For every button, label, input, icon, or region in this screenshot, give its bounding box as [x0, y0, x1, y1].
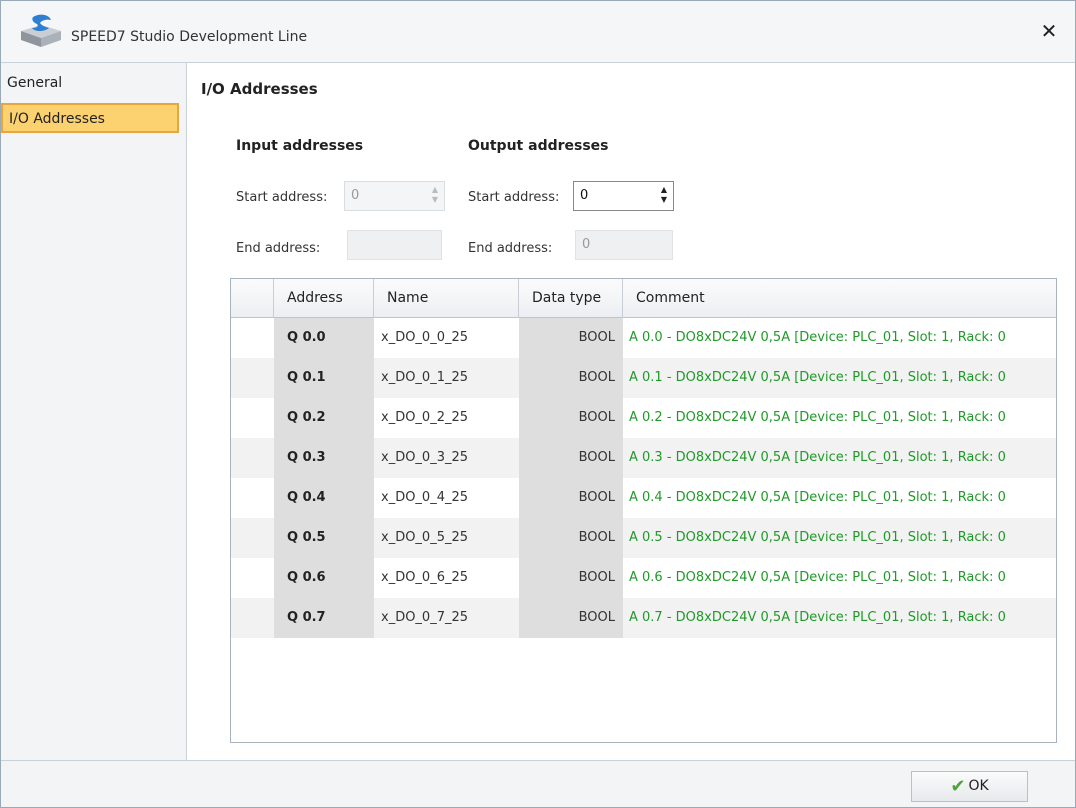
- table-row[interactable]: Q 0.7 x_DO_0_7_25 BOOL A 0.7 - DO8xDC24V…: [231, 598, 1056, 638]
- output-start-label: Start address:: [468, 190, 560, 205]
- cell-comment[interactable]: A 0.6 - DO8xDC24V 0,5A [Device: PLC_01, …: [623, 558, 1056, 598]
- ok-button-label: OK: [968, 778, 989, 794]
- column-header-address[interactable]: Address: [274, 279, 374, 318]
- spinner-arrows-icon[interactable]: ▲ ▼: [659, 185, 669, 207]
- table-row[interactable]: Q 0.4 x_DO_0_4_25 BOOL A 0.4 - DO8xDC24V…: [231, 478, 1056, 518]
- cell-address: Q 0.5: [274, 518, 374, 558]
- output-end-label: End address:: [468, 241, 553, 256]
- cell-name[interactable]: x_DO_0_0_25: [374, 318, 519, 358]
- cell-name[interactable]: x_DO_0_3_25: [374, 438, 519, 478]
- cell-name[interactable]: x_DO_0_4_25: [374, 478, 519, 518]
- cell-name[interactable]: x_DO_0_1_25: [374, 358, 519, 398]
- cell-name[interactable]: x_DO_0_5_25: [374, 518, 519, 558]
- cell-comment[interactable]: A 0.7 - DO8xDC24V 0,5A [Device: PLC_01, …: [623, 598, 1056, 638]
- spinner-arrows-icon: ▲ ▼: [431, 185, 439, 204]
- io-address-table: Address Name Data type Comment Q 0.0 x_D…: [230, 278, 1057, 743]
- sidebar-item-general[interactable]: General: [1, 69, 179, 99]
- footer-bar: ✔ OK: [1, 760, 1075, 807]
- cell-comment[interactable]: A 0.2 - DO8xDC24V 0,5A [Device: PLC_01, …: [623, 398, 1056, 438]
- input-end-field: [347, 230, 442, 260]
- cell-data-type: BOOL: [519, 358, 623, 398]
- cell-address: Q 0.4: [274, 478, 374, 518]
- cell-data-type: BOOL: [519, 518, 623, 558]
- output-addresses-title: Output addresses: [468, 138, 609, 154]
- column-header-selector[interactable]: [231, 279, 274, 318]
- cell-address: Q 0.1: [274, 358, 374, 398]
- ok-button[interactable]: ✔ OK: [911, 771, 1028, 802]
- page-title: I/O Addresses: [201, 80, 318, 98]
- check-icon: ✔: [950, 776, 966, 797]
- input-addresses-title: Input addresses: [236, 138, 364, 154]
- cell-name[interactable]: x_DO_0_2_25: [374, 398, 519, 438]
- cell-comment[interactable]: A 0.3 - DO8xDC24V 0,5A [Device: PLC_01, …: [623, 438, 1056, 478]
- cell-data-type: BOOL: [519, 438, 623, 478]
- cell-data-type: BOOL: [519, 318, 623, 358]
- cell-data-type: BOOL: [519, 398, 623, 438]
- output-start-field[interactable]: 0 ▲ ▼: [573, 181, 674, 211]
- sidebar-item-io-addresses[interactable]: I/O Addresses: [1, 103, 179, 133]
- speed7-logo-icon: [21, 14, 61, 47]
- cell-address: Q 0.0: [274, 318, 374, 358]
- cell-data-type: BOOL: [519, 478, 623, 518]
- column-header-name[interactable]: Name: [374, 279, 519, 318]
- table-row[interactable]: Q 0.5 x_DO_0_5_25 BOOL A 0.5 - DO8xDC24V…: [231, 518, 1056, 558]
- input-end-label: End address:: [236, 241, 321, 256]
- cell-address: Q 0.3: [274, 438, 374, 478]
- input-start-field: 0 ▲ ▼: [344, 181, 445, 211]
- cell-comment[interactable]: A 0.5 - DO8xDC24V 0,5A [Device: PLC_01, …: [623, 518, 1056, 558]
- cell-address: Q 0.6: [274, 558, 374, 598]
- column-header-data-type[interactable]: Data type: [519, 279, 623, 318]
- table-row[interactable]: Q 0.6 x_DO_0_6_25 BOOL A 0.6 - DO8xDC24V…: [231, 558, 1056, 598]
- table-row[interactable]: Q 0.0 x_DO_0_0_25 BOOL A 0.0 - DO8xDC24V…: [231, 318, 1056, 358]
- input-start-value: 0: [351, 188, 360, 203]
- column-header-comment[interactable]: Comment: [623, 279, 1056, 318]
- sidebar: General I/O Addresses: [1, 63, 187, 760]
- main-panel: I/O Addresses Input addresses Start addr…: [188, 63, 1075, 760]
- input-start-label: Start address:: [236, 190, 328, 205]
- cell-address: Q 0.7: [274, 598, 374, 638]
- table-row[interactable]: Q 0.2 x_DO_0_2_25 BOOL A 0.2 - DO8xDC24V…: [231, 398, 1056, 438]
- table-header: Address Name Data type Comment: [231, 279, 1056, 318]
- cell-comment[interactable]: A 0.4 - DO8xDC24V 0,5A [Device: PLC_01, …: [623, 478, 1056, 518]
- cell-comment[interactable]: A 0.0 - DO8xDC24V 0,5A [Device: PLC_01, …: [623, 318, 1056, 358]
- cell-name[interactable]: x_DO_0_6_25: [374, 558, 519, 598]
- table-row[interactable]: Q 0.1 x_DO_0_1_25 BOOL A 0.1 - DO8xDC24V…: [231, 358, 1056, 398]
- output-end-value: 0: [582, 237, 591, 252]
- title-bar: SPEED7 Studio Development Line ✕: [1, 1, 1075, 63]
- output-start-value: 0: [580, 188, 589, 203]
- cell-comment[interactable]: A 0.1 - DO8xDC24V 0,5A [Device: PLC_01, …: [623, 358, 1056, 398]
- dialog-window: SPEED7 Studio Development Line ✕ General…: [0, 0, 1076, 808]
- cell-name[interactable]: x_DO_0_7_25: [374, 598, 519, 638]
- window-title: SPEED7 Studio Development Line: [71, 29, 308, 45]
- cell-data-type: BOOL: [519, 558, 623, 598]
- cell-address: Q 0.2: [274, 398, 374, 438]
- table-row[interactable]: Q 0.3 x_DO_0_3_25 BOOL A 0.3 - DO8xDC24V…: [231, 438, 1056, 478]
- cell-data-type: BOOL: [519, 598, 623, 638]
- output-end-field: 0: [575, 230, 673, 260]
- close-icon[interactable]: ✕: [1037, 19, 1061, 43]
